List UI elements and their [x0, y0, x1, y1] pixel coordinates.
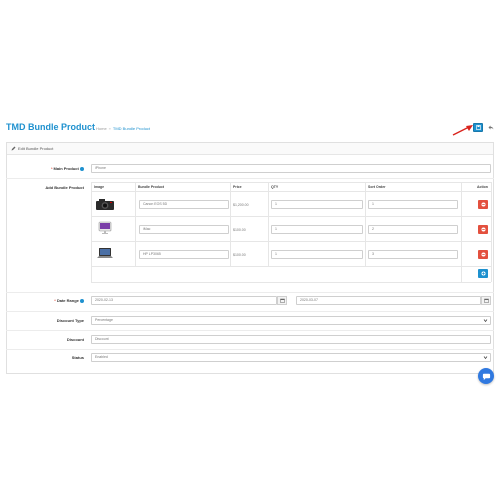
pencil-icon [11, 146, 16, 151]
discount-label: Discount [66, 337, 84, 342]
divider [6, 349, 494, 350]
panel-heading-text: Edit Bundle Product [18, 146, 54, 151]
page-header: TMD Bundle Product Home» TMD Bundle Produ… [0, 117, 500, 141]
main-product-input[interactable]: iPhone [91, 164, 491, 173]
imac-thumbnail[interactable] [98, 221, 112, 235]
chat-button[interactable] [478, 368, 494, 384]
qty-input[interactable]: 1 [271, 200, 363, 209]
divider [6, 292, 494, 293]
add-bundle-label: Add Bundle Product [45, 185, 84, 190]
main-product-label: *Main Product [4, 166, 84, 171]
price-value: $100.00 [233, 253, 246, 257]
column-header-image: Image [94, 185, 105, 189]
remove-row-button[interactable] [478, 250, 488, 259]
table-col-line [230, 182, 231, 266]
column-header-price: Price [233, 185, 242, 189]
table-border-bottom [91, 282, 491, 283]
sort-order-input[interactable]: 3 [368, 250, 458, 259]
divider [6, 330, 494, 331]
back-button[interactable] [486, 123, 496, 132]
status-label: Status [71, 355, 84, 360]
breadcrumb-home[interactable]: Home [96, 126, 107, 131]
date-end-input[interactable]: 2020-03-07 [296, 296, 481, 305]
table-header-line [91, 191, 491, 192]
table-col-line [268, 182, 269, 266]
remove-row-button[interactable] [478, 200, 488, 209]
minus-circle-icon [481, 202, 485, 207]
status-value: Enabled [95, 355, 108, 359]
chevron-down-icon [483, 356, 488, 360]
save-icon [475, 125, 481, 130]
plus-circle-icon [481, 271, 485, 276]
discount-type-label: Discount Type [56, 318, 84, 323]
discount-input[interactable]: Discount [91, 335, 491, 344]
remove-row-button[interactable] [478, 225, 488, 234]
table-border-top [91, 182, 491, 183]
minus-circle-icon [481, 227, 485, 232]
calendar-icon [279, 298, 285, 303]
bundle-product-input[interactable]: HP LP3065 [139, 250, 229, 259]
price-value: $1,200.00 [233, 203, 249, 207]
bundle-product-input[interactable]: Canon EOS 5D [139, 200, 229, 209]
discount-type-value: Percentage [95, 318, 113, 322]
column-header-qty: QTY [271, 185, 279, 189]
column-header-sort-order: Sort Order [368, 185, 386, 189]
calendar-icon [483, 298, 489, 303]
table-row-line [91, 216, 491, 217]
discount-type-select[interactable]: Percentage [91, 316, 491, 325]
date-start-calendar-button[interactable] [277, 296, 287, 305]
chevron-down-icon [483, 319, 488, 323]
table-col-line [491, 182, 492, 282]
breadcrumb-current[interactable]: TMD Bundle Product [113, 126, 150, 131]
table-col-line [91, 182, 92, 282]
table-col-line [461, 182, 462, 282]
breadcrumb: Home» TMD Bundle Product [96, 126, 150, 131]
sort-order-input[interactable]: 1 [368, 200, 458, 209]
table-col-line [135, 182, 136, 266]
price-value: $100.00 [233, 228, 246, 232]
date-start-input[interactable]: 2020-02-13 [91, 296, 277, 305]
sort-order-input[interactable]: 2 [368, 225, 458, 234]
panel-heading: Edit Bundle Product [7, 143, 493, 155]
laptop-thumbnail[interactable] [96, 247, 114, 260]
breadcrumb-separator: » [108, 126, 111, 131]
qty-input[interactable]: 1 [271, 250, 363, 259]
reply-icon [488, 125, 494, 130]
chat-icon [482, 373, 490, 380]
date-range-label: *Date Range [4, 298, 84, 303]
qty-input[interactable]: 1 [271, 225, 363, 234]
table-row-line [91, 266, 491, 267]
save-button[interactable] [473, 123, 483, 132]
column-header-action: Action [477, 185, 488, 189]
camera-thumbnail[interactable] [95, 197, 115, 211]
table-row-line [91, 241, 491, 242]
bundle-product-input[interactable]: iMac [139, 225, 229, 234]
minus-circle-icon [481, 252, 485, 257]
divider [6, 178, 494, 179]
divider [6, 311, 494, 312]
info-icon [80, 166, 84, 171]
column-header-product: Bundle Product [138, 185, 165, 189]
annotation-arrow-icon [452, 125, 473, 136]
status-select[interactable]: Enabled [91, 353, 491, 362]
add-row-button[interactable] [478, 269, 488, 278]
table-col-line [365, 182, 366, 266]
date-end-calendar-button[interactable] [481, 296, 491, 305]
page-title: TMD Bundle Product [6, 122, 95, 132]
info-icon [80, 298, 84, 303]
